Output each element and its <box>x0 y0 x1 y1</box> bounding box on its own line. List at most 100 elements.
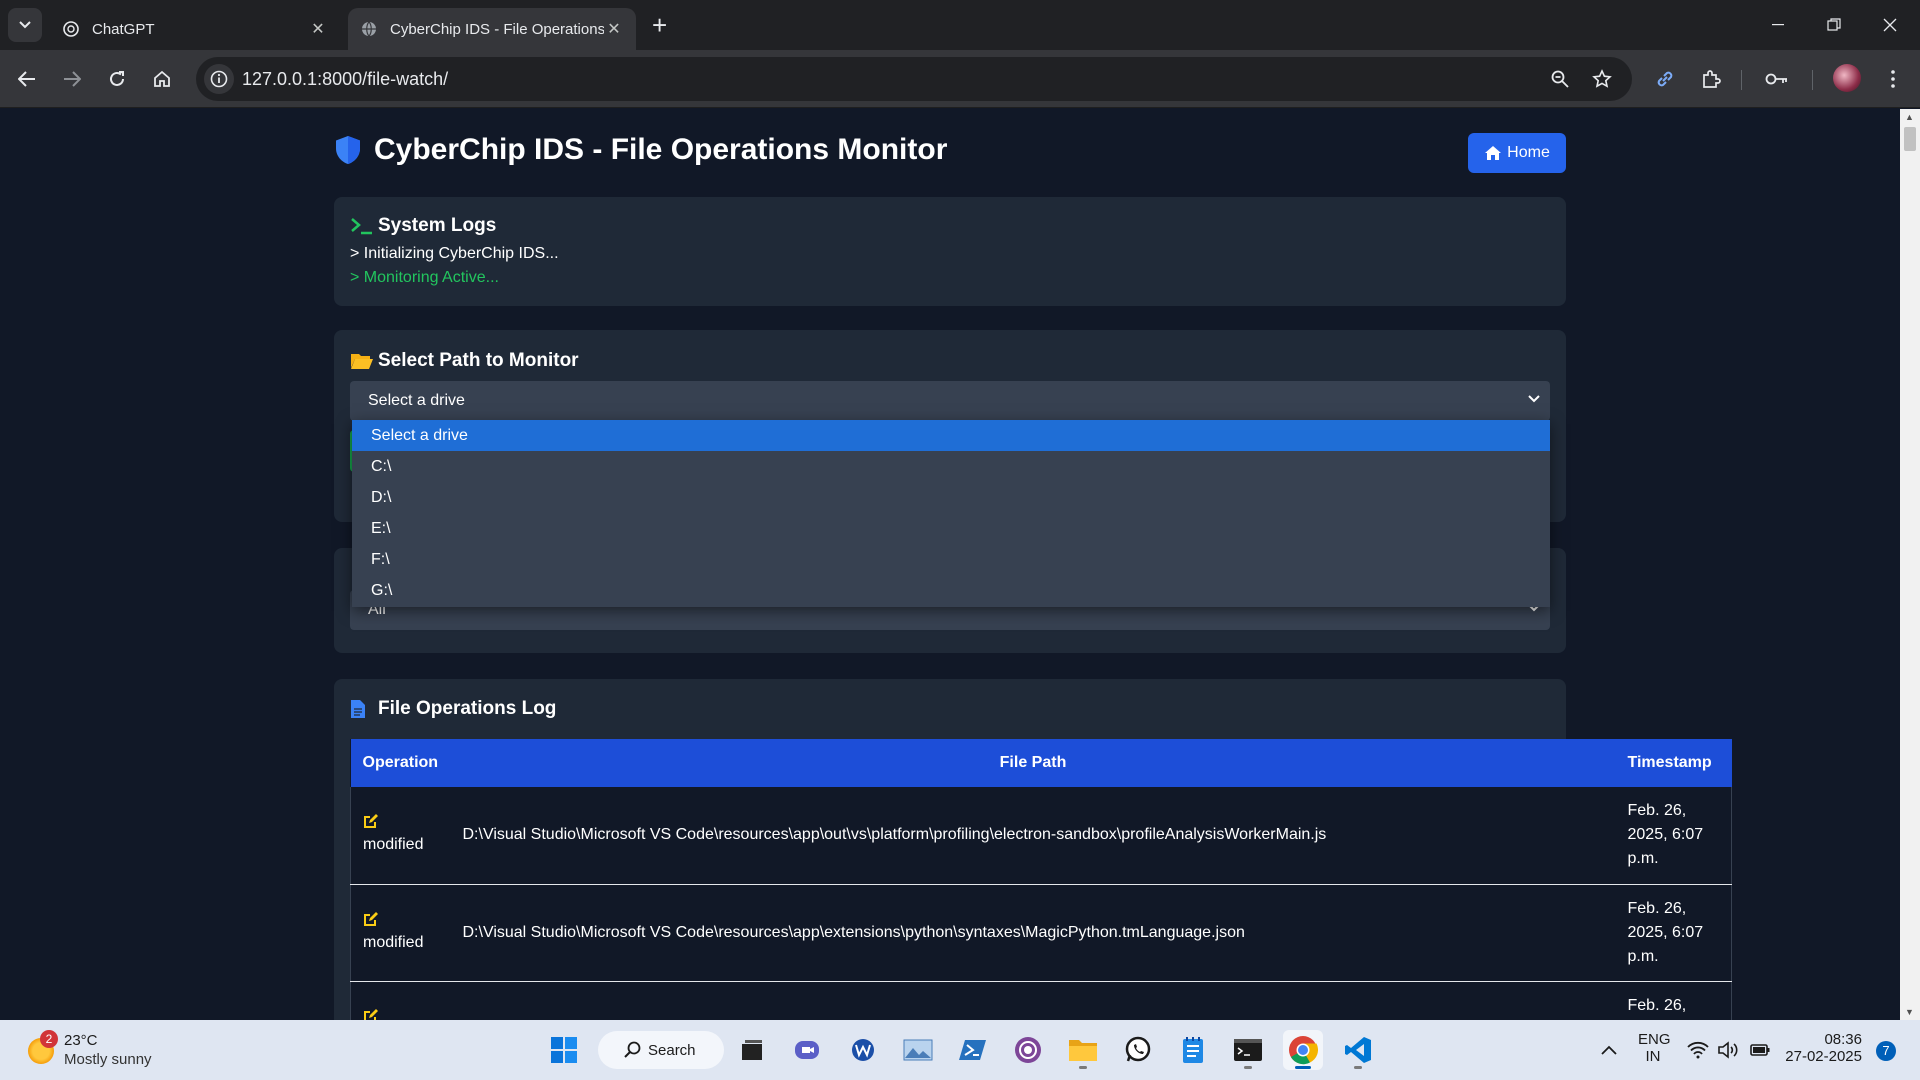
teams-app[interactable] <box>787 1030 827 1070</box>
wifi-icon[interactable] <box>1686 1038 1710 1062</box>
profile-avatar[interactable] <box>1833 64 1861 92</box>
scroll-up-icon[interactable]: ▲ <box>1905 112 1914 122</box>
powershell-app[interactable] <box>953 1030 993 1070</box>
running-indicator <box>1354 1066 1362 1069</box>
vscode-app[interactable] <box>1338 1030 1378 1070</box>
show-hidden-icons-chevron-up-icon[interactable] <box>1597 1038 1621 1062</box>
arrow-left-icon <box>18 71 35 87</box>
weather-temperature: 23°C <box>64 1032 98 1049</box>
back-button[interactable] <box>12 64 42 94</box>
windows-taskbar: 2 23°C Mostly sunny Search ENG IN 08:36 … <box>0 1020 1920 1080</box>
task-view-button[interactable] <box>732 1030 772 1070</box>
timestamp-cell: Feb. 26, 2025, 6:07 p.m. <box>1627 802 1704 868</box>
photos-app[interactable] <box>898 1030 938 1070</box>
shield-icon <box>334 134 366 166</box>
dropdown-option[interactable]: E:\ <box>352 513 1550 544</box>
bookmark-star-icon[interactable] <box>1590 67 1614 91</box>
tab-cyberchip[interactable]: CyberChip IDS - File Operations ✕ <box>348 8 636 50</box>
region-code: IN <box>1645 1048 1661 1065</box>
tab-title: CyberChip IDS - File Operations <box>390 20 604 38</box>
tab-search-button[interactable] <box>8 8 42 42</box>
clock[interactable]: 08:36 27-02-2025 <box>1782 1031 1862 1065</box>
notepad-app[interactable] <box>1173 1030 1213 1070</box>
language-indicator[interactable]: ENG IN <box>1638 1031 1671 1065</box>
dropdown-option[interactable]: F:\ <box>352 544 1550 575</box>
home-icon <box>154 70 170 87</box>
close-tab-icon[interactable]: ✕ <box>604 19 624 39</box>
zoom-icon[interactable] <box>1548 67 1572 91</box>
scrollbar-thumb[interactable] <box>1904 127 1916 151</box>
column-header-timestamp: Timestamp <box>1627 754 1712 771</box>
battery-icon[interactable] <box>1748 1038 1772 1062</box>
new-tab-button[interactable]: + <box>652 10 667 40</box>
close-tab-icon[interactable]: ✕ <box>308 19 328 39</box>
globe-favicon-icon <box>360 20 378 38</box>
weather-badge: 2 <box>40 1030 58 1048</box>
video-chat-icon <box>795 1041 819 1059</box>
tab-chatgpt[interactable]: ChatGPT ✕ <box>50 8 340 50</box>
running-indicator <box>1244 1066 1252 1069</box>
drive-select-value: Select a drive <box>368 392 465 409</box>
toolbar-divider <box>1812 70 1813 90</box>
restore-icon <box>1827 18 1841 31</box>
whatsapp-app[interactable] <box>1118 1030 1158 1070</box>
operation-cell: modified <box>351 787 451 884</box>
file-operations-card: File Operations Log Operation File Path … <box>334 679 1732 1020</box>
dropdown-option[interactable]: G:\ <box>352 575 1550 606</box>
chevron-down-icon <box>1528 395 1540 403</box>
vscode-icon <box>1345 1037 1371 1063</box>
volume-icon[interactable] <box>1716 1038 1740 1062</box>
language-code: ENG <box>1638 1031 1671 1048</box>
close-window-button[interactable] <box>1862 0 1918 50</box>
file-path-cell: D:\Visual Studio\Microsoft VS Code\resou… <box>462 826 1327 844</box>
more-menu-icon[interactable] <box>1878 64 1908 94</box>
terminal-app[interactable] <box>1228 1030 1268 1070</box>
site-info-icon[interactable] <box>204 64 234 94</box>
start-button[interactable] <box>544 1030 584 1070</box>
minimize-button[interactable] <box>1750 0 1806 50</box>
file-explorer-app[interactable] <box>1063 1030 1103 1070</box>
home-browser-button[interactable] <box>147 64 177 94</box>
taskbar-search[interactable]: Search <box>598 1031 724 1069</box>
extensions-puzzle-icon[interactable] <box>1696 64 1726 94</box>
address-bar[interactable]: 127.0.0.1:8000/file-watch/ <box>196 57 1632 101</box>
terminal-icon <box>1234 1039 1262 1061</box>
home-button[interactable]: Home <box>1468 133 1566 173</box>
close-icon <box>1883 18 1897 32</box>
select-path-title: Select Path to Monitor <box>378 350 579 371</box>
url-text[interactable]: 127.0.0.1:8000/file-watch/ <box>242 69 448 90</box>
password-key-icon[interactable] <box>1762 64 1792 94</box>
notification-badge[interactable]: 7 <box>1876 1041 1896 1061</box>
weather-widget[interactable]: 2 23°C Mostly sunny <box>24 1030 184 1072</box>
restore-button[interactable] <box>1806 0 1862 50</box>
browser-toolbar: 127.0.0.1:8000/file-watch/ <box>0 50 1920 108</box>
clock-time: 08:36 <box>1824 1031 1862 1048</box>
link-extension-icon[interactable] <box>1650 64 1680 94</box>
home-icon <box>1484 145 1502 161</box>
page-scrollbar[interactable]: ▲ ▼ <box>1900 109 1920 1020</box>
file-path-cell <box>451 981 1616 1020</box>
dropdown-option[interactable]: Select a drive <box>352 420 1550 451</box>
toolbar-divider <box>1741 70 1742 90</box>
folder-open-icon <box>350 350 374 372</box>
app-w[interactable] <box>843 1030 883 1070</box>
drive-select-dropdown: Select a drive C:\ D:\ E:\ F:\ G:\ <box>352 420 1550 607</box>
tor-browser-app[interactable] <box>1008 1030 1048 1070</box>
reload-button[interactable] <box>102 64 132 94</box>
dropdown-option[interactable]: C:\ <box>352 451 1550 482</box>
drive-select[interactable]: Select a drive <box>350 381 1550 421</box>
dropdown-option[interactable]: D:\ <box>352 482 1550 513</box>
arrow-right-icon <box>64 71 81 87</box>
powershell-icon <box>959 1040 986 1060</box>
forward-button[interactable] <box>57 64 87 94</box>
log-line: > Monitoring Active... <box>350 269 499 286</box>
whatsapp-icon <box>1125 1036 1151 1062</box>
operation-label: modified <box>363 836 424 854</box>
edit-icon <box>363 813 439 833</box>
running-indicator <box>1079 1066 1087 1069</box>
weather-description: Mostly sunny <box>64 1051 152 1068</box>
chrome-app[interactable] <box>1283 1030 1323 1070</box>
scroll-down-icon[interactable]: ▼ <box>1905 1007 1914 1017</box>
timestamp-cell: Feb. 26, <box>1627 996 1687 1014</box>
notepad-icon <box>1183 1037 1203 1063</box>
